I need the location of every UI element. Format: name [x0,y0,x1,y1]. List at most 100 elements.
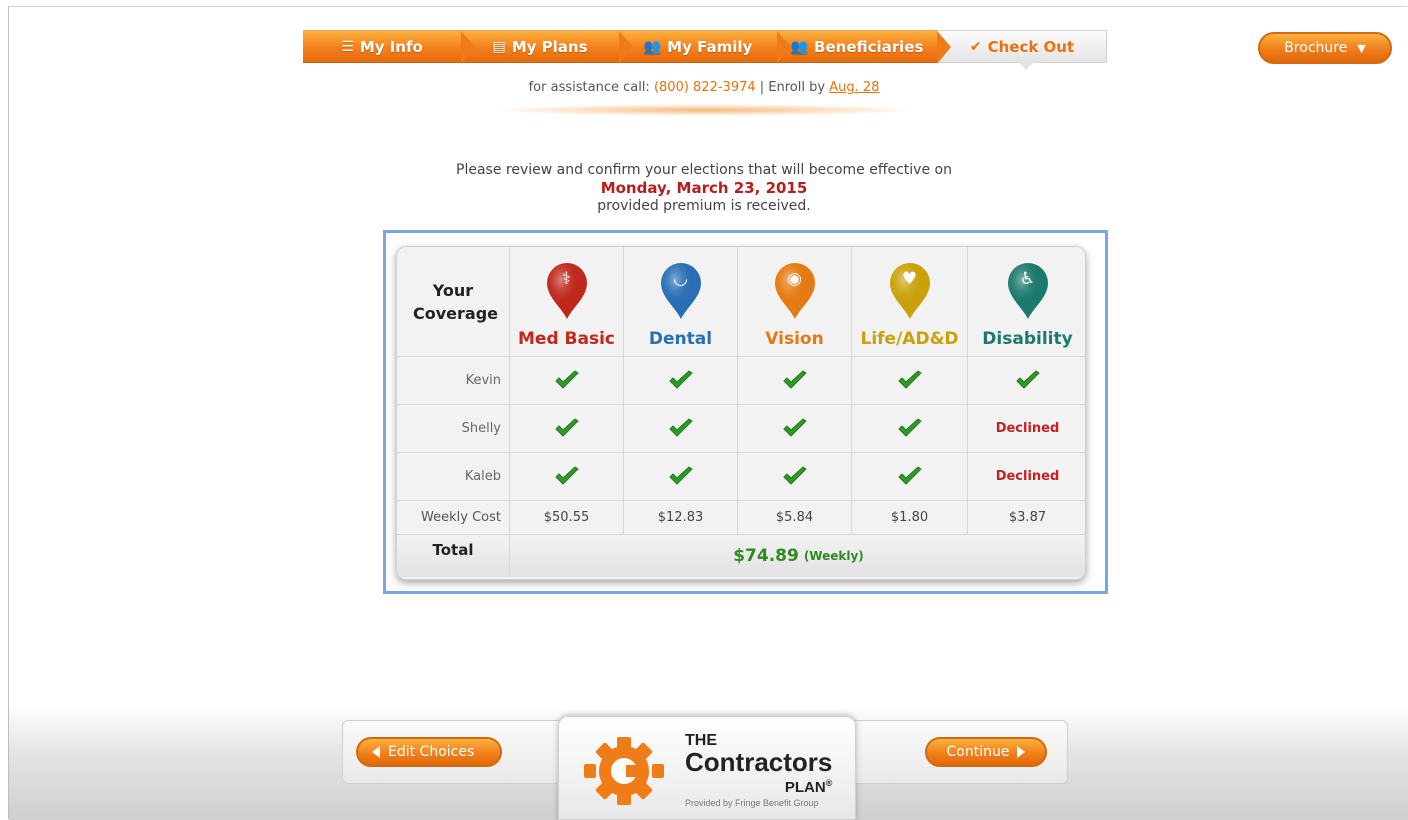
map-pin-icon: ◉ [771,261,819,321]
coverage-check-cell [624,405,738,452]
divider-glow [490,104,920,116]
coverage-check-cell [852,357,968,404]
weekly-cost-value: $12.83 [624,501,738,534]
family-icon: 👥 [643,38,662,55]
weekly-cost-row: Weekly Cost $50.55 $12.83 $5.84 $1.80 $3… [397,501,1085,535]
brand-logo: THE Contractors PLAN® Provided by Fringe… [558,716,856,820]
coverage-check-cell [968,357,1085,404]
coverage-check-cell [738,405,852,452]
edit-choices-label: Edit Choices [388,744,475,760]
step-label: My Family [667,37,753,56]
continue-button[interactable]: Continue [925,737,1047,767]
weekly-cost-value: $5.84 [738,501,852,534]
review-message: Please review and confirm your elections… [0,161,1408,215]
coverage-card: Your Coverage ⚕ Med Basic ◡ Dental ◉ Vision… [396,246,1086,580]
coverage-declined-cell: Declined [968,405,1085,452]
declined-label: Declined [995,421,1060,436]
coverage-header-row: Your Coverage ⚕ Med Basic ◡ Dental ◉ Vision… [397,247,1085,357]
checkmark-icon [897,418,923,440]
step-label: Check Out [987,37,1075,56]
step-beneficiaries[interactable]: 👥 Beneficiaries [777,30,951,64]
member-row: Shelly Declined [397,405,1085,453]
step-my-info[interactable]: ☰ My Info [303,30,475,64]
brochure-label: Brochure [1284,40,1348,56]
member-name: Kaleb [397,453,510,500]
list-icon: ☰ [341,38,354,55]
weekly-cost-value: $3.87 [1008,510,1047,525]
checkmark-icon [782,418,808,440]
review-line1: Please review and confirm your elections… [456,162,952,178]
document-icon: ▤ [492,38,506,55]
weekly-cost-value: $1.80 [852,501,968,534]
step-my-plans[interactable]: ▤ My Plans [461,30,633,64]
checkmark-icon [782,370,808,392]
coverage-check-cell [510,405,624,452]
total-amount: $74.89 [733,546,799,566]
total-label: Total [397,535,510,577]
member-name: Shelly [397,405,510,452]
coverage-check-cell [738,453,852,500]
map-pin-icon: ♥ [886,261,934,321]
plan-label: Life/AD&D [860,329,959,349]
logo-line2: Contractors [685,747,833,777]
step-label: My Info [359,37,423,56]
beneficiaries-icon: 👥 [790,38,809,55]
review-line3: provided premium is received. [597,198,811,214]
coverage-declined-cell: Declined [968,453,1085,500]
coverage-check-cell [852,405,968,452]
heart-icon: ♥ [901,269,918,289]
checkmark-icon: ✔ [969,38,982,55]
member-row: Kaleb Declined [397,453,1085,501]
declined-label: Declined [995,469,1060,484]
plan-label: Dental [648,329,713,349]
checkmark-icon [897,466,923,488]
assist-prefix: for assistance call: [528,80,654,95]
enroll-text: | Enroll by [755,80,830,95]
total-value: $74.89 (Weekly) [510,535,1085,577]
step-label: Beneficiaries [814,37,924,56]
map-pin-icon: ♿ [1004,261,1052,321]
effective-date: Monday, March 23, 2015 [600,179,808,197]
checkmark-icon [1015,370,1041,392]
member-row: Kevin [397,357,1085,405]
logo-line3: PLAN® [784,778,833,796]
coverage-table: Your Coverage ⚕ Med Basic ◡ Dental ◉ Vision… [397,247,1085,577]
coverage-check-cell [624,357,738,404]
checkmark-icon [782,466,808,488]
enroll-date-link[interactable]: Aug. 28 [829,80,879,95]
coverage-check-cell [738,357,852,404]
assistance-line: for assistance call: (800) 822-3974 | En… [0,80,1408,95]
plan-disability: ♿ Disability [968,247,1085,356]
continue-label: Continue [946,744,1010,760]
weekly-cost-label: Weekly Cost [397,501,510,534]
coverage-check-cell [510,453,624,500]
map-pin-icon: ⚕ [543,261,591,321]
logo-tagline: Provided by Fringe Benefit Group [685,798,819,808]
plan-vision: ◉ Vision [738,247,852,356]
assist-phone[interactable]: (800) 822-3974 [654,80,756,95]
wheelchair-icon: ♿ [1019,269,1036,289]
checkmark-icon [668,370,694,392]
step-label: My Plans [511,37,588,56]
checkmark-icon [554,370,580,392]
step-check-out[interactable]: ✔ Check Out [937,30,1107,70]
chevron-down-icon: ▼ [1357,41,1366,55]
step-my-family[interactable]: 👥 My Family [619,30,791,64]
checkmark-icon [668,466,694,488]
weekly-cost-value: $50.55 [510,501,624,534]
eye-icon: ◉ [787,269,802,289]
brochure-dropdown[interactable]: Brochure ▼ [1258,32,1392,64]
plan-label: Med Basic [518,329,615,349]
arrow-left-icon [372,746,380,758]
coverage-check-cell [624,453,738,500]
checkmark-icon [554,466,580,488]
checkmark-icon [668,418,694,440]
coverage-heading: Your Coverage [397,247,510,356]
plan-label: Vision [765,329,824,349]
edit-choices-button[interactable]: Edit Choices [356,737,502,767]
tooth-icon: ◡ [673,269,688,289]
arrow-right-icon [1017,746,1026,758]
plan-dental: ◡ Dental [624,247,738,356]
medical-icon: ⚕ [561,269,572,289]
coverage-check-cell [510,357,624,404]
